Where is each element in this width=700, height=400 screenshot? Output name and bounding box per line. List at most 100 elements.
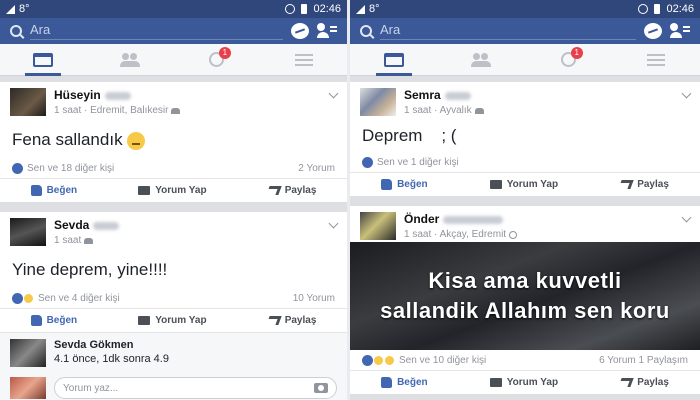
share-icon	[618, 378, 634, 387]
like-button[interactable]: Beğen	[30, 185, 78, 196]
share-button[interactable]: Paylaş	[266, 315, 317, 326]
notification-badge: 1	[218, 46, 231, 59]
friend-requests-icon[interactable]	[670, 23, 690, 39]
post-author[interactable]: Semra	[404, 88, 441, 102]
comment-label: Yorum Yap	[506, 377, 559, 388]
like-reaction-icon	[12, 292, 23, 304]
post-image[interactable]: Kisa ama kuvvetli sallandik Allahım sen …	[350, 242, 700, 350]
wow-reaction-icon	[373, 354, 384, 366]
tab-bar: 1	[0, 44, 347, 76]
post-text: Yine deprem, yine!!!!	[12, 260, 168, 279]
share-label: Paylaş	[284, 315, 317, 326]
messenger-icon[interactable]	[291, 23, 309, 39]
comment-button[interactable]: Yorum Yap	[138, 315, 207, 326]
status-time: 02:46	[666, 3, 694, 15]
like-reaction-icon	[12, 162, 23, 174]
tab-friends[interactable]	[110, 47, 150, 73]
reactions-count[interactable]: Sen ve 10 diğer kişi	[399, 355, 486, 366]
avatar[interactable]	[10, 218, 46, 246]
share-button[interactable]: Paylaş	[618, 377, 669, 388]
like-label: Beğen	[46, 185, 78, 196]
news-feed-icon	[383, 52, 404, 67]
tab-notifications[interactable]: 1	[549, 46, 589, 73]
audience-icon	[84, 237, 94, 244]
post-text: Fena sallandık	[12, 130, 123, 149]
post-actions: Beğen Yorum Yap Paylaş	[350, 370, 700, 394]
search-icon[interactable]	[10, 25, 22, 37]
comment: Sevda Gökmen 4.1 önce, 1dk sonra 4.9	[0, 332, 347, 373]
share-icon	[618, 180, 634, 189]
news-feed-icon	[33, 52, 54, 67]
comment-icon	[138, 186, 151, 195]
post-author[interactable]: Hüseyin	[54, 88, 101, 102]
thumbs-up-icon	[381, 377, 393, 388]
tab-notifications[interactable]: 1	[197, 46, 237, 73]
friends-icon	[120, 52, 141, 67]
blurred-surname	[443, 215, 504, 224]
post-actions: Beğen Yorum Yap Paylaş	[0, 178, 347, 202]
avatar[interactable]	[360, 88, 396, 116]
comment-input[interactable]: Yorum yaz...	[54, 377, 337, 399]
messenger-icon[interactable]	[644, 23, 662, 39]
avatar[interactable]	[10, 88, 46, 116]
reactions-count[interactable]: Sen ve 1 diğer kişi	[377, 157, 459, 168]
search-icon[interactable]	[360, 25, 372, 37]
post: Önder 1 saat · Akçay, Edremit Kisa ama k…	[350, 206, 700, 394]
like-button[interactable]: Beğen	[381, 377, 428, 388]
comments-shares-count[interactable]: 6 Yorum 1 Paylaşım	[599, 355, 688, 366]
battery-icon	[654, 4, 661, 14]
battery-icon	[301, 4, 308, 14]
comments-count[interactable]: 10 Yorum	[293, 293, 335, 304]
friend-requests-icon[interactable]	[317, 23, 337, 39]
audience-icon	[171, 107, 181, 114]
share-icon	[266, 316, 282, 325]
post: Semra 1 saat · Ayvalık Deprem ; ( Sen ve…	[350, 82, 700, 196]
tab-menu[interactable]	[636, 47, 676, 73]
comment-text: 4.1 önce, 1dk sonra 4.9	[54, 353, 169, 365]
alarm-icon	[638, 4, 649, 14]
post-meta: 1 saat · Edremit, Balıkesir	[54, 105, 169, 116]
comment-button[interactable]: Yorum Yap	[138, 185, 207, 196]
reactions-count[interactable]: Sen ve 18 diğer kişi	[27, 163, 114, 174]
image-text-line1: Kisa ama kuvvetli	[428, 268, 622, 293]
comment-placeholder: Yorum yaz...	[63, 382, 119, 394]
share-icon	[266, 186, 282, 195]
image-text-line2: sallandik Allahım sen koru	[380, 298, 670, 323]
like-label: Beğen	[397, 377, 428, 388]
post-author[interactable]: Sevda	[54, 218, 89, 232]
comment-button[interactable]: Yorum Yap	[489, 179, 558, 190]
post: Hüseyin 1 saat · Edremit, Balıkesir Fena…	[0, 82, 347, 202]
camera-icon[interactable]	[314, 383, 328, 393]
tab-menu[interactable]	[284, 47, 324, 73]
post-meta: 1 saat	[54, 235, 82, 246]
blurred-surname	[444, 91, 471, 100]
commenter-name[interactable]: Sevda Gökmen	[54, 339, 169, 351]
sad-emoji-icon	[127, 131, 146, 150]
screenshot-collage: 8° 02:46 Ara 1 Hüseyin 1 saat · Edremit,…	[0, 0, 700, 400]
post-author[interactable]: Önder	[404, 212, 439, 226]
current-user-avatar	[10, 377, 46, 399]
share-label: Paylaş	[637, 179, 669, 190]
tab-news-feed[interactable]	[23, 47, 63, 76]
post-actions: Beğen Yorum Yap Paylaş	[350, 172, 700, 196]
right-phone-screen: 8° 02:46 Ara 1 Semra 1 saat · Ayvalık De…	[350, 0, 700, 400]
share-button[interactable]: Paylaş	[618, 179, 669, 190]
sad-reaction-icon	[384, 354, 395, 366]
comment-button[interactable]: Yorum Yap	[489, 377, 559, 388]
like-button[interactable]: Beğen	[381, 179, 428, 190]
like-label: Beğen	[397, 179, 428, 190]
like-reaction-icon	[362, 354, 373, 366]
search-input[interactable]: Ara	[30, 22, 283, 40]
reactions-count[interactable]: Sen ve 4 diğer kişi	[38, 293, 120, 304]
tab-friends[interactable]	[461, 47, 501, 73]
audience-icon	[474, 107, 484, 114]
post-meta: 1 saat · Akçay, Edremit	[404, 229, 507, 240]
comments-count[interactable]: 2 Yorum	[298, 163, 335, 174]
search-input[interactable]: Ara	[380, 22, 636, 40]
avatar[interactable]	[360, 212, 396, 240]
share-button[interactable]: Paylaş	[266, 185, 316, 196]
commenter-avatar[interactable]	[10, 339, 46, 367]
status-bar: 8° 02:46	[0, 0, 347, 18]
tab-news-feed[interactable]	[374, 47, 414, 76]
like-button[interactable]: Beğen	[30, 315, 77, 326]
